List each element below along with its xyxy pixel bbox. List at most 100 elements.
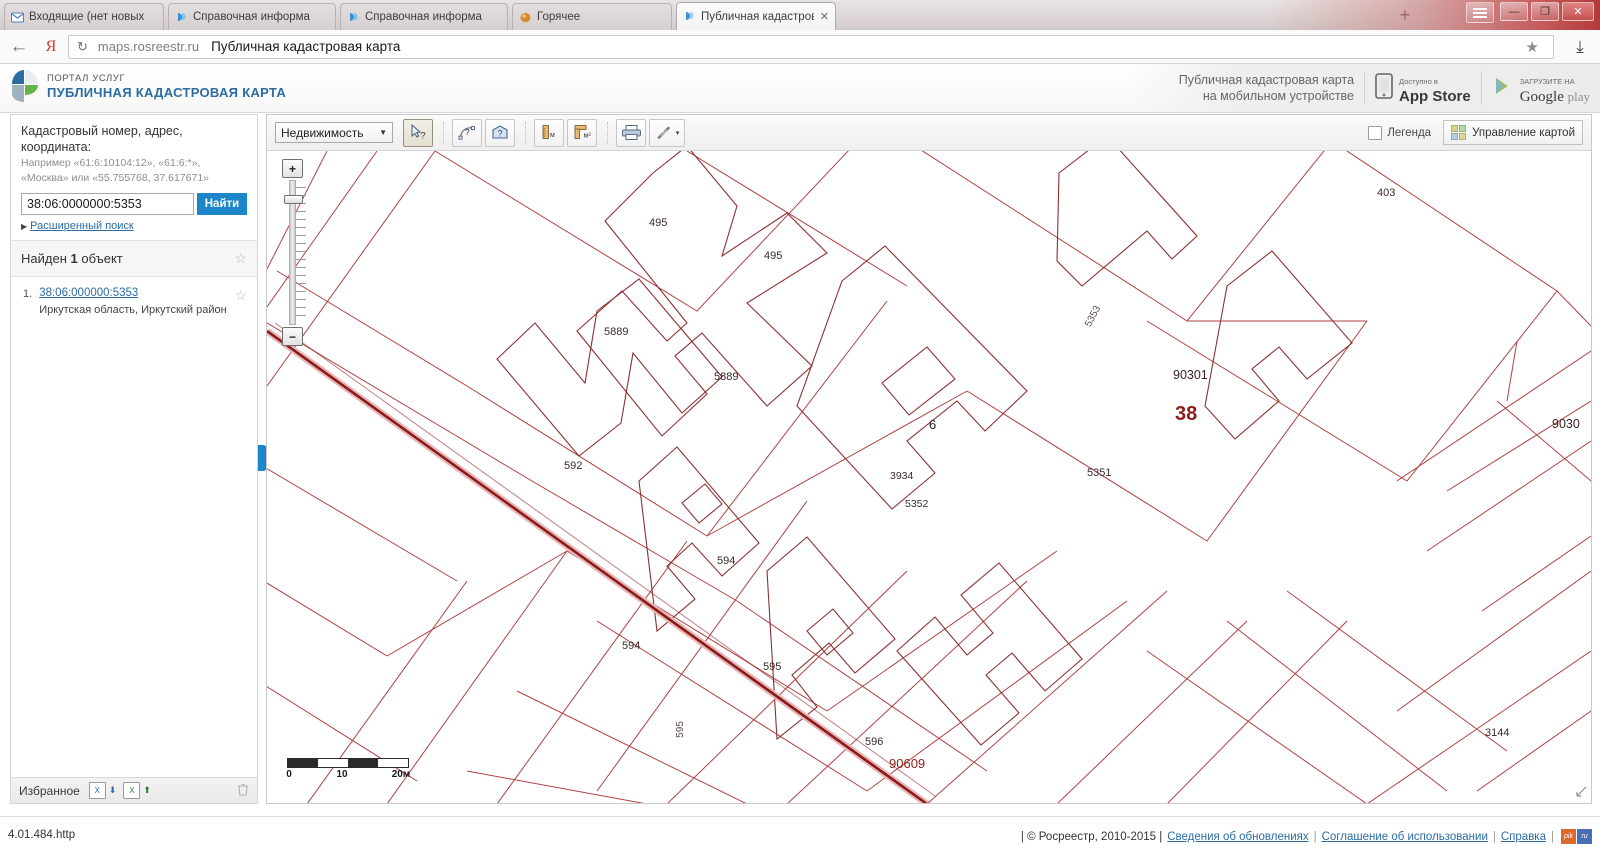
layer-select-value: Недвижимость xyxy=(281,125,364,140)
googleplay-small-label: ЗАГРУЗИТЕ НА xyxy=(1519,77,1575,86)
link-chain-icon xyxy=(657,126,670,139)
browser-menu-icon[interactable] xyxy=(1466,2,1494,23)
zoom-control: + − xyxy=(281,159,306,346)
browser-tab-4[interactable]: Публичная кадастров ✕ xyxy=(676,2,836,30)
app-version: 4.01.484.http xyxy=(8,829,76,841)
promo-line-1: Публичная кадастровая карта xyxy=(1178,73,1355,87)
list-item[interactable]: 1. 38:06:000000:5353 Иркутская область, … xyxy=(11,277,257,324)
page-footer: 4.01.484.http | © Росреестр, 2010-2015 |… xyxy=(0,816,1600,857)
footer-link-help[interactable]: Справка xyxy=(1501,831,1546,843)
find-button[interactable]: Найти xyxy=(197,193,247,215)
map-label: 495 xyxy=(649,217,668,229)
layer-select[interactable]: Недвижимость ▼ xyxy=(275,122,393,143)
page-title-text: Публичная кадастровая карта xyxy=(211,39,401,54)
rosreestr-icon xyxy=(175,11,188,24)
import-arrow-icon[interactable]: ⬇ xyxy=(109,785,117,796)
select-info-tool-button[interactable]: ? xyxy=(403,118,433,147)
map-resize-grip-icon[interactable] xyxy=(1575,785,1588,801)
measure-length-tool-button[interactable]: м xyxy=(534,118,564,147)
map-scale-bar: 0 10 20м xyxy=(286,758,410,781)
result-address: Иркутская область, Иркутский район xyxy=(39,304,227,316)
map-label: 595 xyxy=(763,661,782,673)
back-icon[interactable]: ← xyxy=(0,36,38,58)
map-label: 596 xyxy=(865,736,884,748)
measure-area-tool-button[interactable]: м² xyxy=(567,118,597,147)
svg-text:?: ? xyxy=(465,127,470,137)
zoom-out-button[interactable]: − xyxy=(282,327,303,346)
reload-icon[interactable]: ↻ xyxy=(77,39,88,55)
advanced-search-link[interactable]: ▶ Расширенный поиск xyxy=(21,220,247,232)
footer-links: | © Росреестр, 2010-2015 | Сведения об о… xyxy=(1021,829,1592,844)
download-icon[interactable]: ⤓ xyxy=(1560,37,1600,57)
svg-text:м²: м² xyxy=(583,133,591,140)
search-input[interactable] xyxy=(21,193,194,215)
browser-tab-label: Входящие (нет новых xyxy=(29,11,145,23)
results-count: 1 xyxy=(70,251,78,266)
favorite-star-icon[interactable]: ☆ xyxy=(234,287,247,316)
rosreestr-icon xyxy=(683,10,696,23)
link-tool-button[interactable]: ▾ xyxy=(649,118,685,147)
scale-label-0: 0 xyxy=(286,769,292,780)
footer-separator: | xyxy=(1551,830,1554,843)
browser-urlbar: ← Я ↻ maps.rosreestr.ru Публичная кадаст… xyxy=(0,30,1600,64)
svg-text:м: м xyxy=(550,132,555,139)
window-minimize-button[interactable]: — xyxy=(1500,2,1528,21)
map-control-label: Управление картой xyxy=(1472,126,1575,139)
result-index: 1. xyxy=(23,288,33,300)
zoom-in-button[interactable]: + xyxy=(282,159,303,178)
search-hint-line-2: «Москва» или «55.755768, 37.617671» xyxy=(21,172,210,184)
browser-tab-1[interactable]: Справочная информа xyxy=(168,3,336,30)
promo-line-2: на мобильном устройстве xyxy=(1202,89,1355,103)
map-label: 90609 xyxy=(889,756,926,771)
svg-text:?: ? xyxy=(420,131,425,141)
map-canvas[interactable]: 495 495 403 5889 5889 5353 90301 38 6 59… xyxy=(267,151,1591,803)
close-tab-icon[interactable]: ✕ xyxy=(820,10,829,23)
ruler-area-icon: м² xyxy=(574,125,591,140)
add-all-to-favorites-icon[interactable]: ☆ xyxy=(234,250,247,267)
print-tool-button[interactable] xyxy=(616,118,646,147)
new-tab-button[interactable]: + xyxy=(1394,5,1416,27)
map-toolbar-right: Легенда Управление картой xyxy=(1368,120,1583,145)
portal-title: ПУБЛИЧНАЯ КАДАСТРОВАЯ КАРТА xyxy=(47,84,287,100)
browser-tab-2[interactable]: Справочная информа xyxy=(340,3,508,30)
export-xls-icon[interactable]: X xyxy=(88,782,106,799)
map-label: 6 xyxy=(929,417,937,432)
parcel-question-icon: ? xyxy=(491,125,508,139)
results-count-text: Найден 1 объект xyxy=(21,251,123,266)
footer-link-agreement[interactable]: Соглашение об использовании xyxy=(1322,831,1488,843)
scale-bar-labels: 0 10 20м xyxy=(286,768,410,781)
map-control-button[interactable]: Управление картой xyxy=(1443,120,1583,145)
chevron-right-icon: ▶ xyxy=(21,222,28,231)
cursor-question-icon: ? xyxy=(411,124,425,141)
address-bar[interactable]: ↻ maps.rosreestr.ru Публичная кадастрова… xyxy=(68,34,1554,59)
map-label: 403 xyxy=(1377,187,1396,199)
result-cadastral-number[interactable]: 38:06:000000:5353 xyxy=(39,287,234,299)
googleplay-label: Google play xyxy=(1519,89,1590,105)
chevron-down-icon: ▾ xyxy=(675,129,680,137)
footer-link-updates[interactable]: Сведения об обновлениях xyxy=(1167,831,1308,843)
zoom-slider-handle[interactable] xyxy=(283,195,303,204)
export-csv-icon[interactable]: X xyxy=(123,782,141,799)
clear-favorites-icon[interactable] xyxy=(237,783,249,799)
scale-bar-segments xyxy=(287,758,409,768)
appstore-small-label: Доступно в xyxy=(1399,77,1438,86)
export-arrow-icon[interactable]: ⬆ xyxy=(143,785,151,796)
search-sidebar: Кадастровый номер, адрес, координата: На… xyxy=(10,114,258,804)
zoom-slider-track[interactable] xyxy=(283,180,306,325)
browser-tab-0[interactable]: Входящие (нет новых xyxy=(4,3,164,30)
favorites-label: Избранное xyxy=(19,783,80,798)
bookmark-star-icon[interactable]: ★ xyxy=(1526,38,1545,56)
map-label: 5352 xyxy=(905,498,929,510)
mobile-promo: Публичная кадастровая карта на мобильном… xyxy=(1128,64,1600,112)
browser-tab-3[interactable]: Горячее xyxy=(512,3,672,30)
measure-line-info-tool-button[interactable]: ? xyxy=(452,118,482,147)
window-close-button[interactable]: ✕ xyxy=(1562,2,1594,21)
parcel-info-tool-button[interactable]: ? xyxy=(485,118,515,147)
site-logo[interactable]: ПОРТАЛ УСЛУГ ПУБЛИЧНАЯ КАДАСТРОВАЯ КАРТА xyxy=(12,70,286,102)
googleplay-button[interactable]: ЗАГРУЗИТЕ НА Google play xyxy=(1480,71,1600,105)
window-maximize-button[interactable]: ❐ xyxy=(1531,2,1559,21)
map-label: 594 xyxy=(622,640,641,652)
appstore-button[interactable]: Доступно в App Store xyxy=(1364,71,1481,105)
apple-phone-icon xyxy=(1375,72,1393,104)
legend-checkbox[interactable] xyxy=(1368,125,1383,140)
